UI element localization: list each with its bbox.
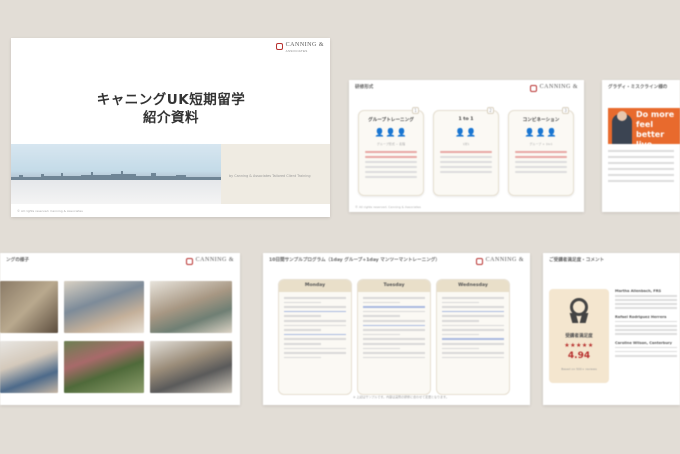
- reviewer-name: Martha Allenbach, FRS: [615, 289, 662, 293]
- testimonial-banner-image: Do more feel better live longer: [608, 108, 680, 144]
- card-text-lines: [440, 151, 492, 176]
- training-photo: [0, 341, 58, 393]
- banner-text: Do more feel better live longer: [636, 110, 675, 144]
- day-header: Wednesday: [437, 280, 509, 292]
- text-lines: [608, 150, 674, 186]
- people-icon: 👤👤: [455, 128, 477, 137]
- company-logo: CANNING &: [529, 84, 578, 92]
- training-photo: [0, 281, 58, 333]
- copyright-footer: © All rights reserved. Canning & Associa…: [355, 205, 421, 209]
- logo-mark-icon: [475, 258, 483, 265]
- logo-name: CANNING &: [285, 42, 324, 48]
- schedule-lines: [358, 292, 430, 366]
- training-photo: [150, 341, 232, 393]
- card-caption: グループ形式 ~ 名程: [376, 142, 406, 146]
- slide-header: 10日間サンプルプログラム（1day グループ+1day マンツーマントレーニン…: [269, 258, 440, 263]
- training-photo: [64, 281, 144, 333]
- day-column: Monday: [278, 279, 352, 395]
- format-card: 1 グループトレーニング 👤👤👤 グループ形式 ~ 名程: [358, 107, 424, 196]
- format-card: 2 1 to 1 👤👤 1対1: [433, 107, 499, 196]
- logo-name: CANNING &: [195, 257, 234, 263]
- card-title: 1 to 1: [458, 117, 474, 122]
- reviewer-name: Rafael Rodriguez Herrera: [615, 314, 667, 319]
- slide-thumbnail-program[interactable]: 10日間サンプルプログラム（1day グループ+1day マンツーマントレーニン…: [263, 253, 530, 405]
- company-logo: CANNING & ASSOCIATES: [275, 42, 324, 53]
- slide-title: キャニングUK短期留学 紹介資料: [71, 91, 271, 127]
- slide-subtitle: by Canning & Associates Tailored Client …: [229, 174, 311, 178]
- day-column: Wednesday: [436, 279, 510, 395]
- slide-title-line2: 紹介資料: [143, 110, 199, 126]
- schedule-lines: [437, 292, 509, 366]
- training-photo: [64, 341, 144, 393]
- card-caption: グループ + 1to1: [529, 142, 553, 146]
- ribbon-right-icon: [579, 313, 589, 323]
- program-note: ※ 上記はサンプルです。内容は実際の研修に合わせて変更となります。: [353, 395, 449, 399]
- slide-header: ングの様子: [6, 258, 29, 263]
- person-head: [617, 111, 627, 121]
- logo-mark-icon: [275, 43, 283, 50]
- logo-mark-icon: [529, 85, 537, 92]
- logo-name: CANNING &: [485, 257, 524, 263]
- logo-sub: ASSOCIATES: [285, 49, 308, 53]
- format-card: 3 コンビネーション 👤👤👤 グループ + 1to1: [508, 107, 574, 196]
- award-caption: Based on 500+ reviews: [561, 367, 597, 371]
- card-number: 2: [487, 107, 494, 114]
- star-rating-icon: ★★★★★: [564, 342, 594, 349]
- card-text-lines: [515, 151, 567, 176]
- card-text-lines: [365, 151, 417, 181]
- card-title: コンビネーション: [522, 118, 560, 123]
- logo-mark-icon: [185, 258, 193, 265]
- slide-thumbnail-satisfaction[interactable]: ご受講者満足度・コメント 受講者満足度 ★★★★★ 4.94 Based on …: [543, 253, 680, 405]
- people-icon: 👤👤👤: [374, 128, 408, 137]
- logo-name: CANNING &: [539, 84, 578, 90]
- award-label: 受講者満足度: [565, 334, 593, 339]
- schedule-lines: [279, 292, 351, 366]
- day-column: Tuesday: [357, 279, 431, 395]
- slide-header: ご受講者満足度・コメント: [549, 258, 605, 263]
- training-photo: [150, 281, 232, 333]
- card-caption: 1対1: [462, 142, 470, 146]
- slide-title-line1: キャニングUK短期留学: [96, 92, 246, 108]
- slide-header: グラディ・ミスクライン様の: [608, 85, 668, 90]
- reviewer-name: Caroline Wilson, Canterbury: [615, 340, 673, 345]
- company-logo: CANNING &: [475, 257, 524, 265]
- copyright-footer: © All rights reserved. Canning & Associa…: [17, 209, 83, 213]
- day-header: Monday: [279, 280, 351, 292]
- city-skyline-image: [11, 144, 221, 204]
- satisfaction-score: 4.94: [567, 351, 591, 361]
- card-number: 3: [562, 107, 569, 114]
- satisfaction-award-card: 受講者満足度 ★★★★★ 4.94 Based on 500+ reviews: [549, 289, 609, 383]
- card-title: グループトレーニング: [368, 118, 414, 123]
- slide-thumbnail-title[interactable]: CANNING & ASSOCIATES キャニングUK短期留学 紹介資料 by…: [11, 38, 330, 217]
- review-list: Martha Allenbach, FRS Rafael Rodriguez H…: [615, 283, 677, 359]
- slide-thumbnail-testimonial[interactable]: グラディ・ミスクライン様の Do more feel better live l…: [602, 80, 680, 212]
- slide-thumbnail-photos[interactable]: ングの様子 CANNING &: [0, 253, 240, 405]
- slide-header: 研修形式: [355, 85, 374, 90]
- company-logo: CANNING &: [185, 257, 234, 265]
- people-icon: 👤👤👤: [524, 128, 558, 137]
- card-number: 1: [412, 107, 419, 114]
- day-header: Tuesday: [358, 280, 430, 292]
- slide-thumbnail-formats[interactable]: 研修形式 CANNING & 1 グループトレーニング 👤👤👤 グループ形式 ~…: [349, 80, 584, 212]
